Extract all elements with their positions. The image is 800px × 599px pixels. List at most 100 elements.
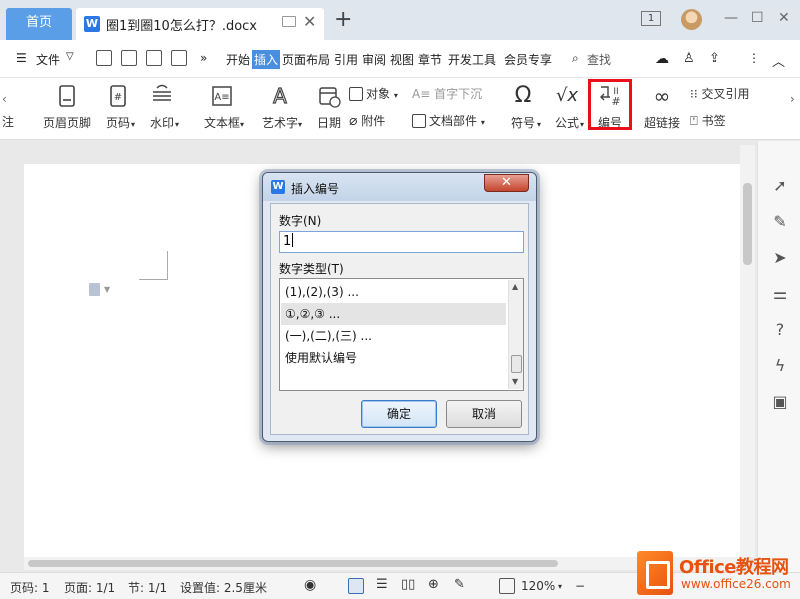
outline-view-icon[interactable]: ☰ <box>376 577 388 592</box>
list-item-parenthesized[interactable]: (1),(2),(3) ... <box>281 281 506 303</box>
object-dropdown-icon[interactable]: ▾ <box>394 91 398 100</box>
tab-member[interactable]: 会员专享 <box>504 51 552 68</box>
home-tab[interactable]: 首页 <box>6 8 72 40</box>
text-box-button[interactable]: A≡ 文本框 <box>200 84 244 131</box>
close-window-button[interactable]: ✕ <box>778 10 790 26</box>
horizontal-scroll-thumb[interactable] <box>28 560 558 567</box>
svg-text:A: A <box>273 84 287 108</box>
paperclip-icon: ⌀ <box>349 113 358 129</box>
symbol-button[interactable]: Ω 符号 <box>508 84 538 131</box>
collapse-ribbon-icon[interactable]: ︿ <box>772 51 785 70</box>
cross-reference-button[interactable]: ⁝⁝ 交叉引用 <box>690 85 749 102</box>
paragraph-layout-icon[interactable] <box>89 283 100 296</box>
page-count-badge[interactable]: 1 <box>641 11 661 26</box>
avatar[interactable] <box>681 9 702 30</box>
image-tool-icon[interactable]: ▣ <box>771 393 789 411</box>
attachment-button[interactable]: ⌀ 附件 <box>349 112 385 129</box>
ribbon-scroll-left-icon[interactable]: ‹ <box>2 92 7 106</box>
print-icon[interactable] <box>146 50 162 66</box>
horizontal-scrollbar[interactable] <box>24 557 740 570</box>
text-caret <box>292 233 294 247</box>
maximize-button[interactable]: ☐ <box>751 10 764 26</box>
cursor-icon[interactable]: ➤ <box>771 249 789 267</box>
document-tab[interactable]: W 圈1到圈10怎么打？.docx ✕ <box>76 8 324 40</box>
list-item-circled[interactable]: ①,②,③ ... <box>281 303 506 325</box>
text-box-icon: A≡ <box>210 84 234 108</box>
share-icon[interactable]: ⇪ <box>709 51 720 66</box>
menu-file[interactable]: 文件 <box>36 51 60 68</box>
number-input[interactable]: 1 <box>279 231 524 253</box>
more-options-icon[interactable]: ⋮ <box>748 51 760 65</box>
page-number-dropdown-icon[interactable]: ▾ <box>131 120 135 129</box>
search-label[interactable]: 查找 <box>587 51 611 68</box>
hyperlink-button[interactable]: ∞ 超链接 <box>642 84 682 131</box>
help-icon[interactable]: ? <box>771 321 789 339</box>
paragraph-layout-dropdown-icon[interactable]: ▼ <box>104 285 110 294</box>
object-button[interactable]: 对象 ▾ <box>349 85 398 102</box>
rocket-icon[interactable]: ➚ <box>771 177 789 195</box>
tab-home[interactable]: 开始 <box>226 51 250 68</box>
print-preview-icon[interactable] <box>171 50 187 66</box>
eye-protect-icon[interactable]: ◉ <box>304 577 316 593</box>
word-art-dropdown-icon[interactable]: ▾ <box>298 120 302 129</box>
write-view-icon[interactable]: ✎ <box>454 577 465 592</box>
zoom-dropdown-icon[interactable]: ▾ <box>558 582 562 591</box>
page-view-icon[interactable] <box>348 578 364 594</box>
adjust-sliders-icon[interactable]: ⚌ <box>771 285 789 303</box>
header-footer-button[interactable]: 页眉页脚 <box>42 84 92 131</box>
cloud-icon[interactable]: ☁ <box>655 51 669 67</box>
bookmark-button[interactable]: ⍞ 书签 <box>690 112 726 129</box>
scroll-down-icon[interactable]: ▼ <box>512 377 518 386</box>
site-url: www.office26.com <box>681 577 791 591</box>
pen-icon[interactable]: ✎ <box>771 213 789 231</box>
tab-developer[interactable]: 开发工具 <box>448 51 496 68</box>
close-tab-icon[interactable]: ✕ <box>303 12 316 31</box>
cancel-button[interactable]: 取消 <box>446 400 522 428</box>
text-box-dropdown-icon[interactable]: ▾ <box>240 120 244 129</box>
tab-section[interactable]: 章节 <box>418 51 442 68</box>
vertical-scrollbar[interactable] <box>740 145 755 557</box>
hamburger-icon[interactable]: ☰ <box>16 51 27 65</box>
drop-cap-button[interactable]: A≡ 首字下沉 <box>412 85 482 102</box>
more-menu-icon[interactable]: » <box>200 51 207 65</box>
lightning-icon[interactable]: ϟ <box>771 357 789 375</box>
tab-review[interactable]: 审阅 <box>362 51 386 68</box>
export-pdf-icon[interactable] <box>121 50 137 66</box>
doc-parts-button[interactable]: 文档部件 ▾ <box>412 112 485 129</box>
word-art-button[interactable]: A 艺术字 <box>258 83 302 131</box>
list-scroll-thumb[interactable] <box>511 355 522 373</box>
symbol-dropdown-icon[interactable]: ▾ <box>537 120 541 129</box>
ok-button[interactable]: 确定 <box>361 400 437 428</box>
reading-view-icon[interactable]: ▯▯ <box>401 577 415 592</box>
scroll-up-icon[interactable]: ▲ <box>512 282 518 291</box>
cross-reference-icon: ⁝⁝ <box>690 87 698 101</box>
chevron-down-icon[interactable]: ▽ <box>66 51 74 62</box>
monitor-icon[interactable] <box>282 16 296 27</box>
formula-button[interactable]: √x 公式 <box>552 84 582 131</box>
tab-page-layout[interactable]: 页面布局 <box>282 51 330 68</box>
list-item-default[interactable]: 使用默认编号 <box>281 347 506 369</box>
dialog-close-button[interactable]: ✕ <box>484 174 529 192</box>
calendar-icon <box>317 84 341 108</box>
web-view-icon[interactable]: ⊕ <box>428 577 439 592</box>
list-item-chinese-parenthesized[interactable]: (一),(二),(三) ... <box>281 325 506 347</box>
number-type-list[interactable]: (1),(2),(3) ... ①,②,③ ... (一),(二),(三) ..… <box>279 278 524 391</box>
zoom-level[interactable]: 120% <box>521 579 555 593</box>
tab-view[interactable]: 视图 <box>390 51 414 68</box>
ribbon-scroll-right-icon[interactable]: › <box>790 92 795 106</box>
zoom-out-button[interactable]: − <box>575 579 585 593</box>
date-button[interactable]: 日期 <box>314 84 344 131</box>
fit-page-icon[interactable] <box>499 578 515 594</box>
tab-insert[interactable]: 插入 <box>252 50 281 69</box>
new-tab-button[interactable]: + <box>334 9 352 31</box>
vertical-scroll-thumb[interactable] <box>743 183 752 265</box>
search-icon[interactable]: ⌕ <box>572 51 579 66</box>
share-user-icon[interactable]: ♙ <box>683 51 695 66</box>
tab-references[interactable]: 引用 <box>334 51 358 68</box>
doc-parts-dropdown-icon[interactable]: ▾ <box>481 118 485 127</box>
minimize-button[interactable]: — <box>724 10 738 26</box>
formula-dropdown-icon[interactable]: ▾ <box>580 120 584 129</box>
list-scrollbar[interactable]: ▲ ▼ <box>508 280 523 389</box>
save-icon[interactable] <box>96 50 112 66</box>
watermark-dropdown-icon[interactable]: ▾ <box>175 120 179 129</box>
